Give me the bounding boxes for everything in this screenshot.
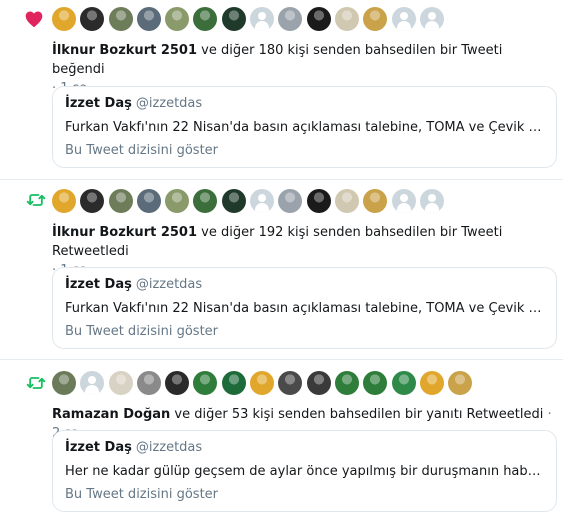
user-avatar[interactable] xyxy=(165,7,190,31)
user-avatar[interactable] xyxy=(306,7,331,31)
user-avatar[interactable] xyxy=(419,371,444,395)
tweet-author-name: İzzet Daş xyxy=(65,440,132,455)
actor-avatars xyxy=(52,371,476,395)
show-thread-link[interactable]: Bu Tweet dizisini göster xyxy=(65,324,218,339)
user-avatar[interactable] xyxy=(136,7,161,31)
tweet-text: Furkan Vakfı'nın 22 Nisan'da basın açıkl… xyxy=(65,301,545,316)
user-avatar[interactable] xyxy=(363,7,388,31)
actor-avatars xyxy=(52,7,448,31)
user-avatar[interactable] xyxy=(278,189,303,213)
tweet-author-handle: @izzetdas xyxy=(135,277,203,292)
tweet-header: İzzet Daş @izzetdas xyxy=(65,440,202,455)
user-avatar[interactable] xyxy=(334,189,359,213)
user-avatar[interactable] xyxy=(306,189,331,213)
user-avatar[interactable] xyxy=(250,371,275,395)
user-avatar[interactable] xyxy=(165,371,190,395)
actor-name[interactable]: İlknur Bozkurt 2501 xyxy=(52,225,197,240)
tweet-author-name: İzzet Daş xyxy=(65,96,132,111)
user-avatar[interactable] xyxy=(334,7,359,31)
user-avatar[interactable] xyxy=(363,189,388,213)
quoted-tweet-card[interactable]: İzzet Daş @izzetdas Furkan Vakfı'nın 22 N… xyxy=(52,86,557,168)
user-avatar[interactable] xyxy=(363,371,388,395)
tweet-author-handle: @izzetdas xyxy=(135,440,203,455)
notification-retweet[interactable]: Ramazan Doğan ve diğer 53 kişi senden ba… xyxy=(0,360,563,512)
user-avatar[interactable] xyxy=(306,371,331,395)
user-avatar[interactable] xyxy=(52,371,76,395)
retweet-icon xyxy=(26,190,46,210)
user-avatar[interactable] xyxy=(419,189,444,213)
user-avatar[interactable] xyxy=(334,371,359,395)
tweet-author-handle: @izzetdas xyxy=(135,96,203,111)
user-avatar[interactable] xyxy=(80,189,105,213)
user-avatar[interactable] xyxy=(108,371,133,395)
user-avatar[interactable] xyxy=(221,7,246,31)
actor-name[interactable]: İlknur Bozkurt 2501 xyxy=(52,43,197,58)
user-avatar[interactable] xyxy=(278,371,303,395)
user-avatar[interactable] xyxy=(391,371,416,395)
user-avatar[interactable] xyxy=(193,371,218,395)
user-avatar[interactable] xyxy=(108,189,133,213)
tweet-header: İzzet Daş @izzetdas xyxy=(65,96,202,111)
user-avatar[interactable] xyxy=(136,371,161,395)
user-avatar[interactable] xyxy=(221,371,246,395)
user-avatar[interactable] xyxy=(221,189,246,213)
quoted-tweet-card[interactable]: İzzet Daş @izzetdas Her ne kadar gülüp ge… xyxy=(52,430,557,512)
user-avatar[interactable] xyxy=(80,371,105,395)
notification-retweet[interactable]: İlknur Bozkurt 2501 ve diğer 192 kişi se… xyxy=(0,180,563,360)
notification-like[interactable]: İlknur Bozkurt 2501 ve diğer 180 kişi se… xyxy=(0,0,563,180)
tweet-author-name: İzzet Daş xyxy=(65,277,132,292)
quoted-tweet-card[interactable]: İzzet Daş @izzetdas Furkan Vakfı'nın 22 N… xyxy=(52,267,557,349)
user-avatar[interactable] xyxy=(80,7,105,31)
user-avatar[interactable] xyxy=(278,7,303,31)
user-avatar[interactable] xyxy=(108,7,133,31)
tweet-text: Furkan Vakfı'nın 22 Nisan'da basın açıkl… xyxy=(65,120,545,135)
tweet-header: İzzet Daş @izzetdas xyxy=(65,277,202,292)
user-avatar[interactable] xyxy=(52,189,76,213)
tweet-text: Her ne kadar gülüp geçsem de aylar önce … xyxy=(65,464,545,479)
retweet-icon xyxy=(26,373,46,393)
user-avatar[interactable] xyxy=(193,189,218,213)
user-avatar[interactable] xyxy=(165,189,190,213)
show-thread-link[interactable]: Bu Tweet dizisini göster xyxy=(65,487,218,502)
user-avatar[interactable] xyxy=(250,189,275,213)
user-avatar[interactable] xyxy=(250,7,275,31)
user-avatar[interactable] xyxy=(52,7,76,31)
user-avatar[interactable] xyxy=(391,7,416,31)
user-avatar[interactable] xyxy=(419,7,444,31)
actor-name[interactable]: Ramazan Doğan xyxy=(52,407,170,422)
user-avatar[interactable] xyxy=(391,189,416,213)
action-text: ve diğer 53 kişi senden bahsedilen bir y… xyxy=(170,407,544,422)
show-thread-link[interactable]: Bu Tweet dizisini göster xyxy=(65,143,218,158)
user-avatar[interactable] xyxy=(136,189,161,213)
actor-avatars xyxy=(52,189,448,213)
heart-icon xyxy=(24,9,44,29)
user-avatar[interactable] xyxy=(448,371,473,395)
user-avatar[interactable] xyxy=(193,7,218,31)
